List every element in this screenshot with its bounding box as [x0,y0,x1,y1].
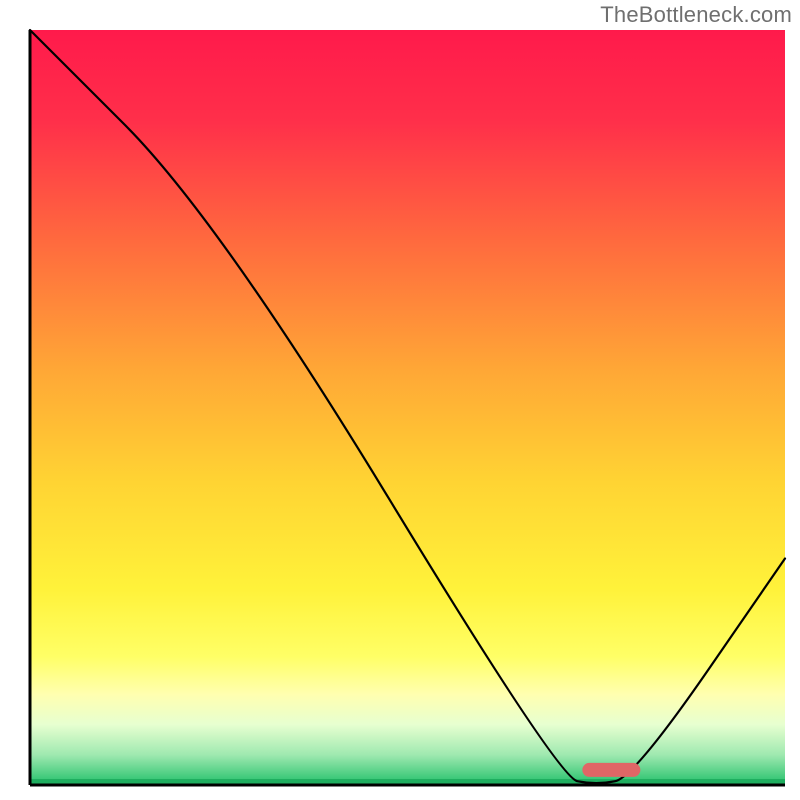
chart-container: TheBottleneck.com [0,0,800,800]
optimal-range-marker [582,763,640,777]
bottleneck-chart [0,0,800,800]
watermark-text: TheBottleneck.com [600,2,792,28]
